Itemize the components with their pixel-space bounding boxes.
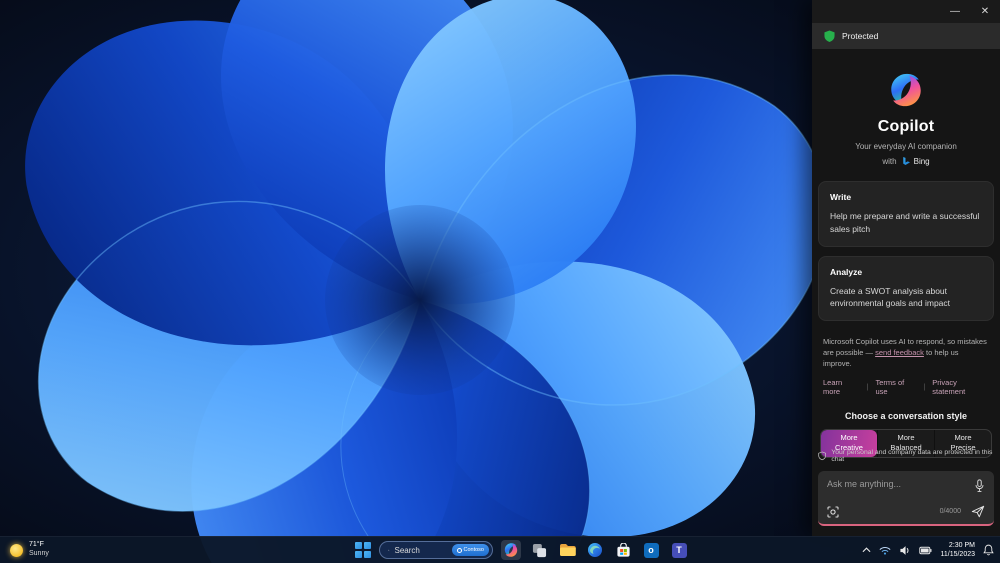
learn-more-link[interactable]: Learn more	[823, 378, 860, 396]
taskbar-search[interactable]: Contoso	[379, 541, 493, 559]
file-explorer-icon	[559, 544, 576, 556]
copilot-title: Copilot	[877, 118, 935, 135]
card-title: Analyze	[830, 266, 863, 277]
link-separator: |	[866, 382, 869, 392]
card-text: Help me prepare and write a successful s…	[830, 211, 980, 234]
minimize-button[interactable]: —	[940, 0, 970, 23]
screenshot-icon[interactable]	[827, 505, 839, 518]
microphone-icon[interactable]	[974, 479, 985, 493]
battery-icon[interactable]	[919, 545, 932, 556]
teams-icon: T	[671, 542, 687, 558]
system-tray: 2:30 PM 11/15/2023	[862, 541, 994, 560]
weather-condition: Sunny	[29, 550, 49, 557]
protected-badge[interactable]: Protected	[812, 23, 1000, 49]
bing-icon	[902, 157, 910, 166]
suggestion-card-analyze[interactable]: Analyze Create a SWOT analysis about env…	[818, 255, 994, 321]
protected-label: Protected	[842, 31, 879, 41]
taskbar-edge[interactable]	[585, 540, 605, 560]
suggestion-card-write[interactable]: Write Help me prepare and write a succes…	[818, 181, 994, 247]
copilot-panel: — ✕ Protected Copilot Your everyday AI c…	[812, 0, 1000, 536]
close-button[interactable]: ✕	[970, 0, 1000, 23]
link-separator: |	[923, 382, 926, 392]
taskbar-store[interactable]	[613, 540, 633, 560]
ai-disclaimer: Microsoft Copilot uses AI to respond, so…	[818, 337, 994, 370]
edge-icon	[588, 543, 602, 557]
char-counter: 0/4000	[939, 508, 961, 515]
notifications-bell-icon[interactable]	[983, 544, 994, 556]
desktop: — ✕ Protected Copilot Your everyday AI c…	[0, 0, 1000, 563]
taskbar-task-view[interactable]	[529, 540, 549, 560]
with-bing-row: with Bing	[818, 156, 994, 167]
task-view-icon	[532, 543, 546, 557]
card-text: Create a SWOT analysis about environment…	[830, 285, 951, 309]
taskbar-center-group: Contoso	[355, 540, 689, 560]
chat-input-box[interactable]: 0/4000	[818, 471, 994, 526]
start-button[interactable]	[355, 542, 371, 558]
copilot-logo-icon	[891, 73, 921, 107]
bing-label: Bing	[913, 157, 930, 166]
taskbar-file-explorer[interactable]	[557, 540, 577, 560]
taskbar-outlook[interactable]: o	[641, 540, 661, 560]
clock-time: 2:30 PM	[948, 541, 975, 549]
taskbar-clock[interactable]: 2:30 PM 11/15/2023	[940, 541, 975, 560]
ask-input[interactable]	[827, 479, 967, 489]
send-icon[interactable]	[971, 505, 985, 518]
tray-chevron-up-icon[interactable]	[862, 547, 871, 553]
volume-icon[interactable]	[899, 545, 911, 556]
taskbar-copilot-icon[interactable]	[501, 540, 521, 560]
taskbar-teams[interactable]: T	[669, 540, 689, 560]
copilot-titlebar: — ✕	[812, 0, 1000, 23]
outlook-letter: o	[648, 545, 654, 555]
send-feedback-link[interactable]: send feedback	[875, 348, 924, 357]
card-title: Write	[830, 192, 852, 202]
search-icon	[388, 549, 390, 551]
network-icon[interactable]	[879, 546, 891, 555]
weather-widget[interactable]: 71°F Sunny	[10, 541, 49, 559]
copilot-subtitle: Your everyday AI companion	[855, 142, 957, 151]
outlook-icon: o	[643, 542, 659, 558]
clock-date: 11/15/2023	[940, 551, 975, 558]
microsoft-store-icon	[616, 542, 630, 557]
sun-icon	[10, 543, 23, 557]
contoso-badge-label: Contoso	[463, 547, 485, 553]
copilot-body: Copilot Your everyday AI companion with …	[812, 49, 1000, 536]
contoso-badge[interactable]: Contoso	[451, 544, 489, 556]
contoso-logo-icon	[456, 547, 462, 553]
search-input[interactable]	[394, 545, 447, 555]
taskbar: 71°F Sunny Contoso	[0, 536, 1000, 563]
shield-outline-icon	[818, 451, 826, 461]
conversation-style-heading: Choose a conversation style	[844, 410, 968, 421]
chat-input-section: Your personal and company data are prote…	[812, 440, 1000, 536]
legal-links: Learn more | Terms of use | Privacy stat…	[818, 378, 994, 396]
with-label: with	[882, 157, 897, 166]
privacy-note-text: Your personal and company data are prote…	[831, 449, 993, 463]
shield-icon	[824, 30, 835, 42]
data-protection-note: Your personal and company data are prote…	[818, 449, 994, 463]
weather-temperature: 71°F	[29, 541, 44, 549]
teams-letter: T	[676, 545, 682, 555]
terms-of-use-link[interactable]: Terms of use	[875, 378, 916, 396]
copilot-icon	[504, 543, 518, 557]
privacy-statement-link[interactable]: Privacy statement	[932, 378, 989, 396]
